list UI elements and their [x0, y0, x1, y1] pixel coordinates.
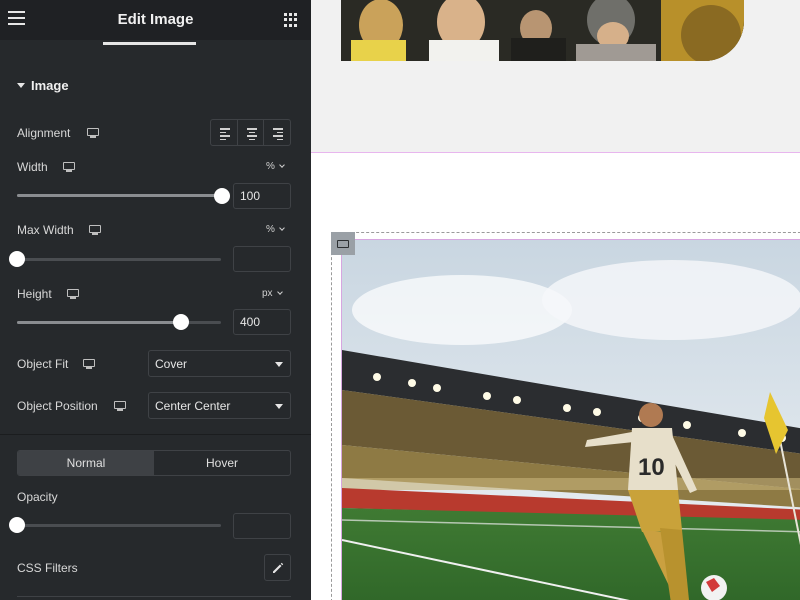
max-width-label: Max Width: [17, 223, 74, 237]
max-width-slider-handle[interactable]: [9, 251, 25, 267]
height-slider[interactable]: [17, 321, 221, 324]
width-unit: %: [266, 161, 275, 172]
object-fit-select[interactable]: Cover: [148, 350, 291, 377]
edit-widget-icon[interactable]: [331, 232, 355, 255]
height-unit: px: [262, 288, 273, 299]
caret-down-icon: [275, 362, 283, 367]
width-slider-handle[interactable]: [214, 188, 230, 204]
preview-canvas: 10: [311, 0, 800, 600]
css-filters-edit-button[interactable]: [264, 554, 291, 581]
grid-apps-icon[interactable]: [284, 13, 298, 27]
align-center-button[interactable]: [238, 120, 265, 145]
desktop-responsive-icon[interactable]: [63, 162, 75, 172]
width-unit-dropdown[interactable]: %: [266, 161, 285, 172]
width-input[interactable]: [233, 183, 291, 209]
crowd-photo-image: [341, 0, 744, 61]
section-divider: [0, 434, 311, 435]
opacity-input[interactable]: [233, 513, 291, 539]
tab-hover[interactable]: Hover: [154, 451, 290, 475]
section-toggle-image[interactable]: Image: [17, 78, 69, 93]
max-width-input[interactable]: [233, 246, 291, 272]
desktop-responsive-icon[interactable]: [83, 359, 95, 369]
object-position-label: Object Position: [17, 399, 98, 413]
editor-panel: Edit Image Image Alignment Width % Max W…: [0, 0, 311, 600]
opacity-label: Opacity: [17, 490, 58, 504]
chevron-down-icon: [279, 225, 285, 231]
height-label: Height: [17, 287, 52, 301]
height-input[interactable]: [233, 309, 291, 335]
active-tab-indicator: [103, 42, 196, 45]
max-width-unit: %: [266, 224, 275, 235]
panel-header: Edit Image: [0, 0, 311, 40]
panel-bottom-divider: [17, 596, 291, 597]
panel-title: Edit Image: [117, 11, 194, 28]
width-label: Width: [17, 160, 48, 174]
height-unit-dropdown[interactable]: px: [262, 288, 283, 299]
image-widget-outline: [341, 239, 800, 600]
chevron-down-icon: [276, 289, 283, 295]
object-position-select[interactable]: Center Center: [148, 392, 291, 419]
alignment-label: Alignment: [17, 126, 71, 140]
height-slider-handle[interactable]: [173, 314, 189, 330]
crowd-photo: [341, 0, 744, 61]
align-left-button[interactable]: [211, 120, 238, 145]
object-fit-value: Cover: [155, 357, 188, 371]
align-left-icon: [220, 128, 230, 142]
state-tabs: Normal Hover: [17, 450, 291, 476]
desktop-responsive-icon[interactable]: [87, 128, 99, 138]
css-filters-label: CSS Filters: [17, 561, 78, 575]
object-position-value: Center Center: [155, 399, 231, 413]
width-slider-fill: [17, 194, 222, 197]
max-width-unit-dropdown[interactable]: %: [266, 224, 285, 235]
tab-normal[interactable]: Normal: [18, 451, 154, 475]
alignment-button-group: [210, 119, 291, 146]
opacity-slider-handle[interactable]: [9, 517, 25, 533]
height-slider-fill: [17, 321, 180, 324]
align-right-button[interactable]: [264, 120, 290, 145]
width-slider[interactable]: [17, 194, 222, 197]
desktop-responsive-icon[interactable]: [89, 225, 101, 235]
chevron-down-icon: [279, 162, 285, 168]
max-width-slider[interactable]: [17, 258, 221, 261]
object-fit-label: Object Fit: [17, 357, 69, 371]
desktop-responsive-icon[interactable]: [67, 289, 79, 299]
caret-down-icon: [17, 83, 25, 89]
desktop-responsive-icon[interactable]: [114, 401, 126, 411]
caret-down-icon: [275, 404, 283, 409]
section-title: Image: [31, 78, 69, 93]
align-center-icon: [246, 128, 257, 142]
pencil-icon: [273, 562, 284, 573]
opacity-slider[interactable]: [17, 524, 221, 527]
align-right-icon: [273, 128, 284, 142]
